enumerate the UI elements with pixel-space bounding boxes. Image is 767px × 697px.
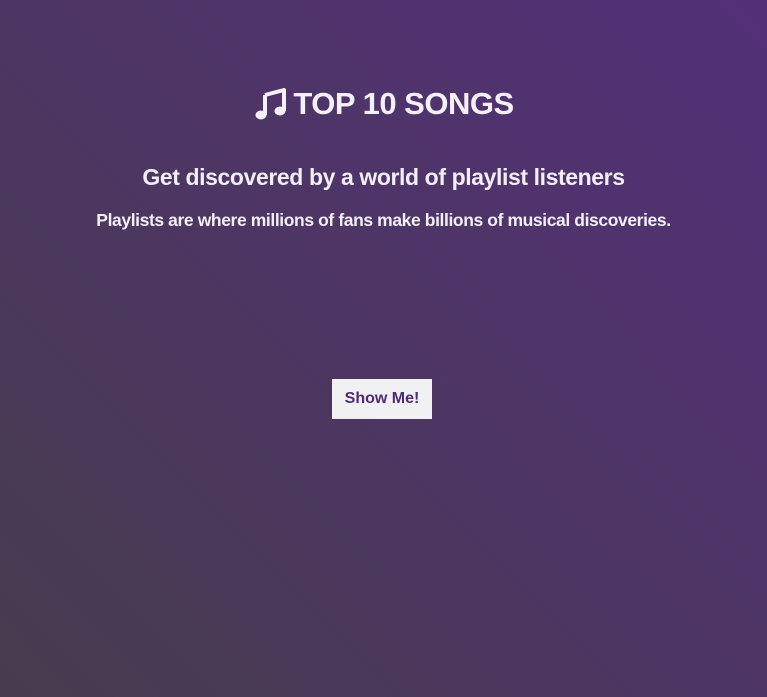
music-note-icon	[253, 86, 289, 122]
brand-title: TOP 10 SONGS	[293, 86, 514, 121]
brand-logo: TOP 10 SONGS	[0, 86, 767, 122]
show-me-button[interactable]: Show Me!	[332, 379, 432, 419]
hero-headline: Get discovered by a world of playlist li…	[142, 164, 625, 190]
landing-page: TOP 10 SONGS Get discovered by a world o…	[0, 0, 767, 697]
hero-subline: Playlists are where millions of fans mak…	[96, 210, 671, 230]
